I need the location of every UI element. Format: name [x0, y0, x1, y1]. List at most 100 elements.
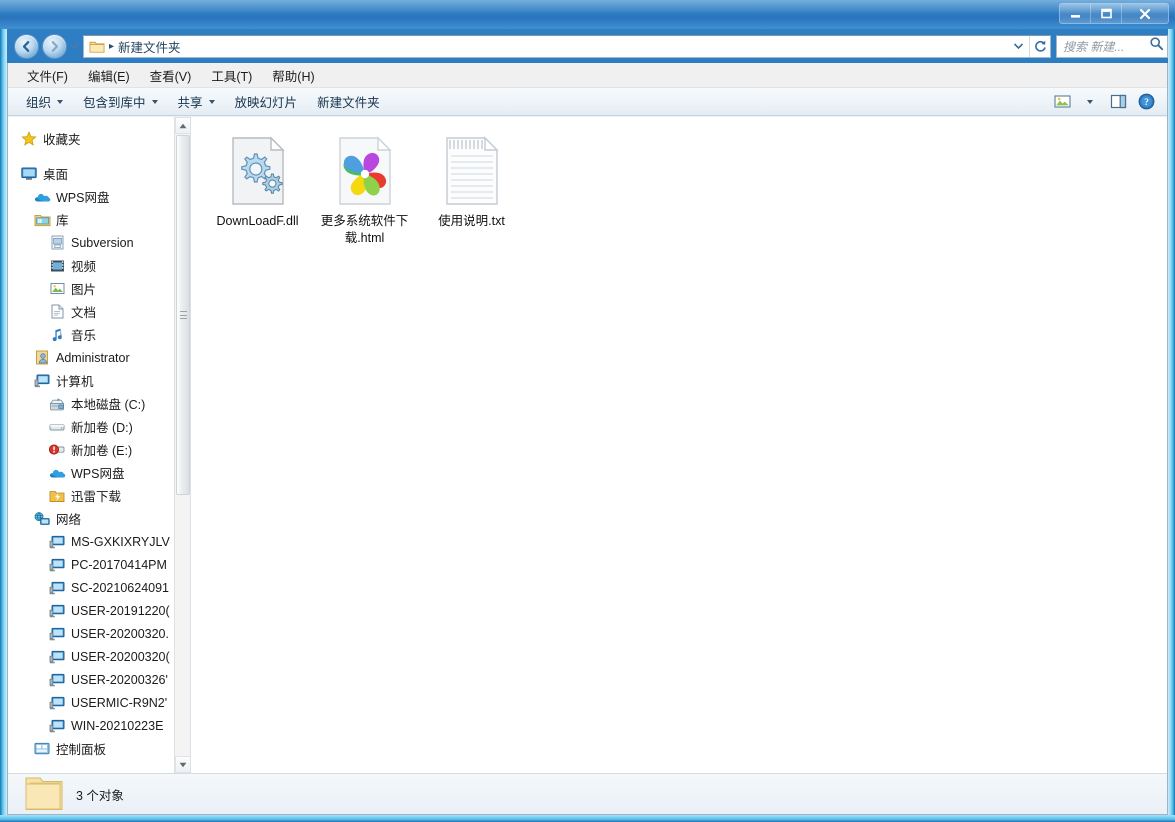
menu-file[interactable]: 文件(F)	[17, 63, 78, 88]
address-bar-row: ▸ 新建文件夹 搜索 新建...	[7, 29, 1168, 63]
address-bar[interactable]: ▸ 新建文件夹	[83, 34, 1051, 58]
sidebar-item-favorites[interactable]: 收藏夹	[8, 127, 190, 150]
explorer-body: 收藏夹 桌面 WPS网盘 库 Subversion 视频 图片 文档 音乐 Ad…	[8, 117, 1167, 773]
sidebar-item-network-computer[interactable]: MS-GXKIXRYJLV	[8, 530, 190, 553]
sidebar-item-pictures[interactable]: 图片	[8, 277, 190, 300]
recent-locations-button[interactable]	[67, 35, 82, 57]
sidebar-item-wps-cloud[interactable]: WPS网盘	[8, 185, 190, 208]
sidebar-item-label: USER-20200320.	[71, 626, 169, 641]
navigation-pane: 收藏夹 桌面 WPS网盘 库 Subversion 视频 图片 文档 音乐 Ad…	[8, 117, 191, 773]
new-folder-button[interactable]: 新建文件夹	[307, 87, 390, 116]
slideshow-button[interactable]: 放映幻灯片	[225, 87, 308, 116]
file-item[interactable]: 更多系统软件下载.html	[312, 129, 417, 254]
sidebar-item-label: WIN-20210223E	[71, 718, 164, 733]
computer-node-icon	[48, 603, 66, 619]
sidebar-item-drive-d[interactable]: 新加卷 (D:)	[8, 415, 190, 438]
sidebar-item-label: USER-20200320(	[71, 649, 170, 664]
share-button[interactable]: 共享	[168, 87, 225, 116]
sidebar-item-thunder-download[interactable]: 迅雷下载	[8, 484, 190, 507]
navigation-scrollbar[interactable]	[174, 117, 190, 773]
view-dropdown-button[interactable]	[1077, 91, 1103, 113]
menu-help[interactable]: 帮助(H)	[262, 63, 324, 88]
window-border-right	[1168, 0, 1175, 822]
help-button[interactable]: ?	[1133, 91, 1159, 113]
scroll-down-button[interactable]	[175, 756, 190, 773]
sidebar-item-label: Administrator	[56, 350, 130, 365]
forward-button[interactable]	[42, 33, 67, 59]
include-in-library-button[interactable]: 包含到库中	[73, 87, 168, 116]
sidebar-item-network-computer[interactable]: USER-20191220(	[8, 599, 190, 622]
file-list-view[interactable]: DownLoadF.dll 更多系统软件下载.html 使用说明.txt	[191, 117, 1167, 773]
sidebar-item-label: PC-20170414PM	[71, 557, 167, 572]
text-file-icon	[435, 134, 509, 208]
breadcrumb-current[interactable]: 新建文件夹	[118, 37, 181, 56]
sidebar-item-libraries[interactable]: 库	[8, 208, 190, 231]
client-area: 文件(F) 编辑(E) 查看(V) 工具(T) 帮助(H) 组织 包含到库中 共…	[7, 63, 1168, 815]
computer-icon	[33, 373, 51, 389]
title-bar	[0, 0, 1175, 29]
sidebar-item-network[interactable]: 网络	[8, 507, 190, 530]
sidebar-item-network-computer[interactable]: USERMIC-R9N2'	[8, 691, 190, 714]
sidebar-item-label: 新加卷 (E:)	[71, 444, 133, 458]
file-item[interactable]: 使用说明.txt	[419, 129, 524, 254]
sidebar-item-network-computer[interactable]: PC-20170414PM	[8, 553, 190, 576]
sidebar-item-drive-e[interactable]: 新加卷 (E:)	[8, 438, 190, 461]
command-bar: 组织 包含到库中 共享 放映幻灯片 新建文件夹 ?	[8, 88, 1167, 116]
status-bar: 3 个对象	[8, 773, 1167, 814]
menu-edit[interactable]: 编辑(E)	[78, 63, 140, 88]
sidebar-item-administrator[interactable]: Administrator	[8, 346, 190, 369]
drive-icon	[48, 419, 66, 435]
computer-node-icon	[48, 649, 66, 665]
minimize-button[interactable]	[1060, 4, 1091, 23]
sidebar-item-network-computer[interactable]: USER-20200326'	[8, 668, 190, 691]
organize-button[interactable]: 组织	[16, 87, 73, 116]
refresh-button[interactable]	[1029, 35, 1050, 57]
change-view-button[interactable]	[1049, 91, 1075, 113]
preview-pane-button[interactable]	[1105, 91, 1131, 113]
item-count-label: 3 个对象	[76, 788, 124, 803]
menu-tools[interactable]: 工具(T)	[201, 63, 262, 88]
scrollbar-thumb[interactable]	[176, 135, 190, 495]
sidebar-item-label: 视频	[71, 260, 97, 274]
sidebar-item-network-computer[interactable]: WIN-20210223E	[8, 714, 190, 737]
sidebar-item-desktop[interactable]: 桌面	[8, 162, 190, 185]
user-icon	[33, 350, 51, 366]
sidebar-item-videos[interactable]: 视频	[8, 254, 190, 277]
slideshow-label: 放映幻灯片	[234, 96, 298, 110]
sidebar-item-label: WPS网盘	[71, 467, 125, 481]
file-name: 使用说明.txt	[438, 214, 505, 228]
search-icon	[1149, 36, 1164, 56]
file-item[interactable]: DownLoadF.dll	[205, 129, 310, 254]
sidebar-item-subversion[interactable]: Subversion	[8, 231, 190, 254]
sidebar-item-label: 本地磁盘 (C:)	[71, 398, 146, 412]
sidebar-item-network-computer[interactable]: USER-20200320(	[8, 645, 190, 668]
sidebar-item-label: 迅雷下载	[71, 490, 122, 504]
sidebar-item-documents[interactable]: 文档	[8, 300, 190, 323]
address-bar-actions	[1008, 35, 1050, 57]
maximize-button[interactable]	[1091, 4, 1122, 23]
search-box[interactable]: 搜索 新建...	[1056, 34, 1168, 58]
chevron-down-icon	[1087, 99, 1093, 104]
breadcrumb-folder-icon	[89, 39, 105, 54]
address-dropdown-button[interactable]	[1008, 36, 1029, 57]
sidebar-item-label: 图片	[71, 283, 97, 297]
sidebar-item-network-computer[interactable]: SC-20210624091	[8, 576, 190, 599]
back-button[interactable]	[14, 33, 39, 59]
menu-view[interactable]: 查看(V)	[140, 63, 202, 88]
sidebar-item-label: Subversion	[71, 235, 134, 250]
close-button[interactable]	[1122, 4, 1168, 23]
sidebar-item-wps-cloud-2[interactable]: WPS网盘	[8, 461, 190, 484]
search-input[interactable]: 搜索 新建...	[1063, 38, 1149, 55]
sidebar-item-music[interactable]: 音乐	[8, 323, 190, 346]
scroll-up-button[interactable]	[175, 117, 190, 134]
file-name: 更多系统软件下载.html	[320, 214, 409, 245]
svg-text:?: ?	[1144, 98, 1149, 108]
title-bar-sheen	[0, 0, 1175, 14]
music-icon	[48, 327, 66, 343]
library-folder-icon	[33, 212, 51, 228]
sidebar-item-network-computer[interactable]: USER-20200320.	[8, 622, 190, 645]
sidebar-item-computer[interactable]: 计算机	[8, 369, 190, 392]
sidebar-item-drive-c[interactable]: 本地磁盘 (C:)	[8, 392, 190, 415]
drive-warning-icon	[48, 442, 66, 458]
sidebar-item-control-panel[interactable]: 控制面板	[8, 737, 190, 760]
